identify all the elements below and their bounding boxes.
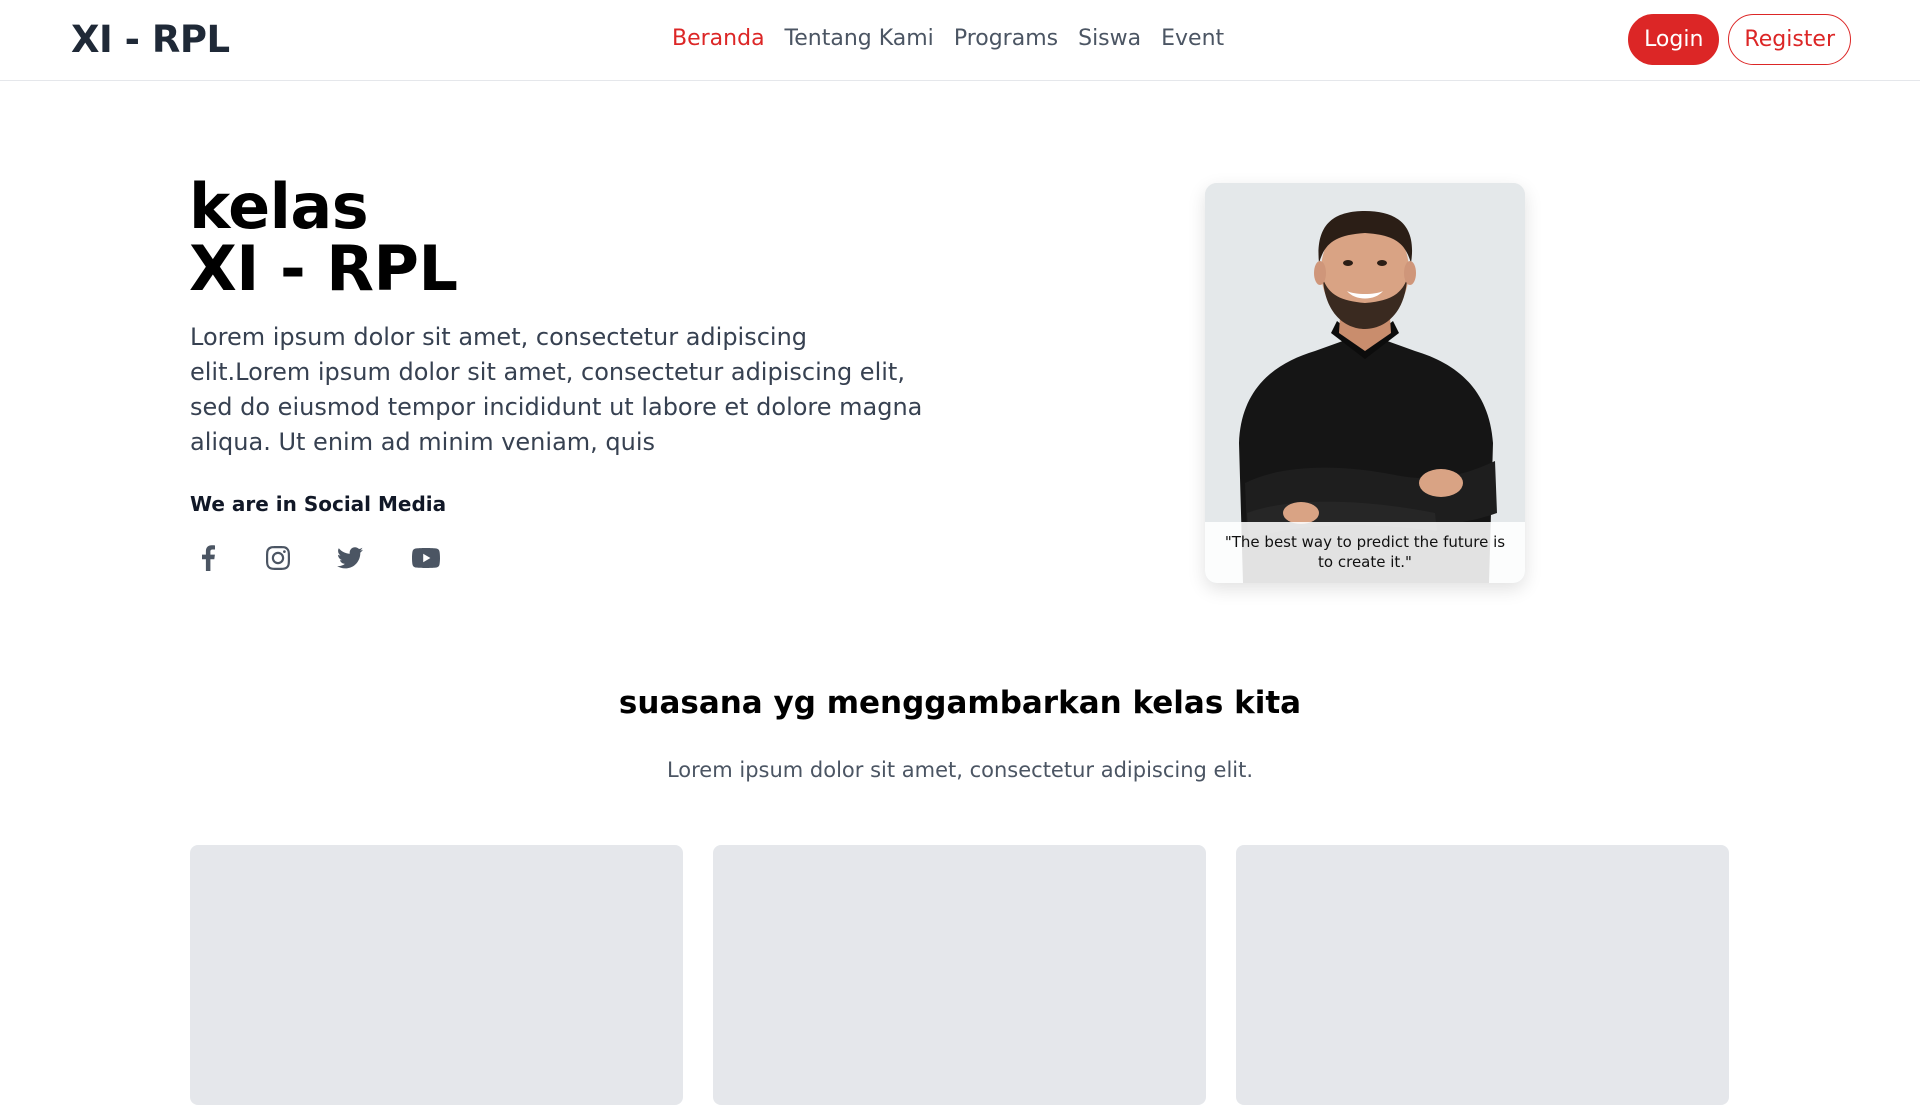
gallery (190, 845, 1729, 1105)
nav-link-event[interactable]: Event (1161, 26, 1224, 51)
nav-link-tentang-kami[interactable]: Tentang Kami (785, 26, 934, 51)
hero-description: Lorem ipsum dolor sit amet, consectetur … (190, 323, 923, 456)
auth-buttons: Login Register (1628, 14, 1851, 65)
profile-quote: "The best way to predict the future is t… (1205, 522, 1525, 583)
gallery-image-placeholder (190, 845, 683, 1105)
navbar: XI - RPL Beranda Tentang Kami Programs S… (0, 0, 1920, 81)
social-media-label: We are in Social Media (190, 492, 447, 516)
register-button[interactable]: Register (1728, 14, 1851, 65)
main-nav: Beranda Tentang Kami Programs Siswa Even… (672, 26, 1224, 51)
gallery-image-placeholder (713, 845, 1206, 1105)
hero-title: kelas XI - RPL (189, 170, 458, 305)
facebook-icon[interactable] (190, 540, 226, 576)
instagram-icon[interactable] (260, 540, 296, 576)
youtube-icon[interactable] (408, 540, 444, 576)
section-title: suasana yg menggambarkan kelas kita (618, 685, 1302, 721)
social-icons (190, 540, 444, 576)
gallery-image-placeholder (1236, 845, 1729, 1105)
nav-link-programs[interactable]: Programs (954, 26, 1058, 51)
nav-link-siswa[interactable]: Siswa (1078, 26, 1141, 51)
hero-title-line2: XI - RPL (189, 232, 458, 305)
hero-title-line1: kelas (189, 170, 369, 243)
nav-link-beranda[interactable]: Beranda (672, 26, 765, 51)
section-subtitle: Lorem ipsum dolor sit amet, consectetur … (666, 758, 1254, 782)
twitter-icon[interactable] (332, 540, 368, 576)
profile-card: "The best way to predict the future is t… (1205, 183, 1525, 583)
login-button[interactable]: Login (1628, 14, 1720, 65)
brand-logo[interactable]: XI - RPL (71, 18, 230, 61)
